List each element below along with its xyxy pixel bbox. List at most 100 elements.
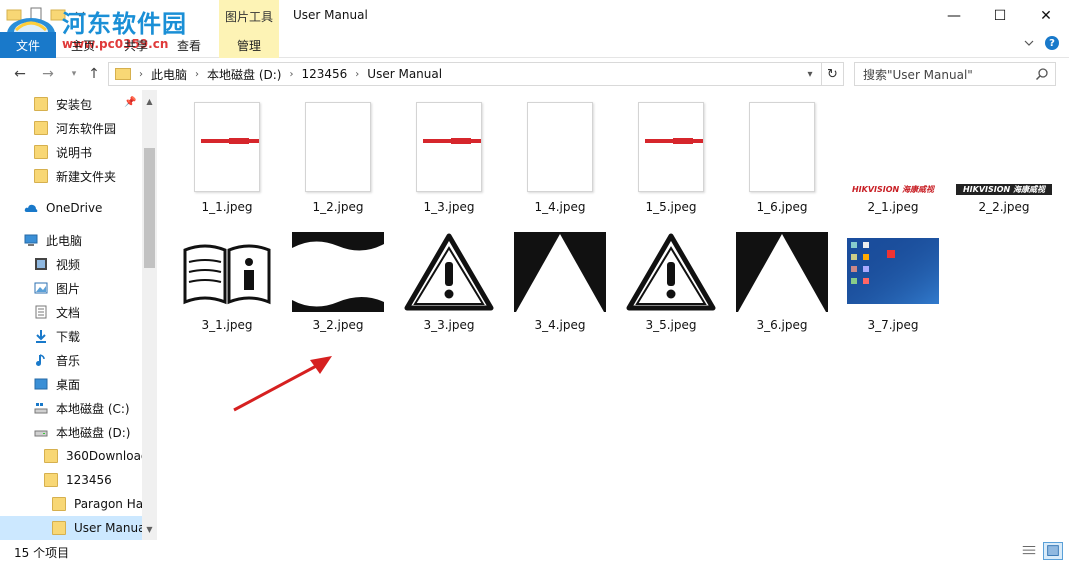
sidebar-item-quick-2[interactable]: 河东软件园 bbox=[0, 116, 142, 140]
search-box[interactable]: 搜索"User Manual" bbox=[854, 62, 1056, 86]
pin-icon[interactable]: 📌 bbox=[124, 97, 136, 109]
sidebar-item-videos[interactable]: 视频 bbox=[0, 252, 142, 276]
sidebar-item-label: 文档 bbox=[56, 305, 81, 320]
sidebar-item-drive-c[interactable]: 本地磁盘 (C:) bbox=[0, 396, 142, 420]
sidebar-item-this-pc[interactable]: 此电脑 bbox=[0, 228, 142, 252]
breadcrumb: › 此电脑 › 本地磁盘 (D:) › 123456 › User Manual bbox=[139, 66, 442, 83]
large-icons-view-icon[interactable] bbox=[1043, 542, 1063, 560]
close-button[interactable]: ✕ bbox=[1023, 0, 1069, 32]
tab-file[interactable]: 文件 bbox=[0, 32, 56, 58]
refresh-icon[interactable]: ↻ bbox=[821, 63, 843, 85]
tab-share[interactable]: 共享 bbox=[110, 32, 162, 58]
file-name: 2_2.jpeg bbox=[978, 200, 1030, 214]
ribbon-right-controls: ? bbox=[1023, 36, 1059, 50]
file-item[interactable]: 1_5.jpeg bbox=[616, 102, 726, 220]
file-name: 1_3.jpeg bbox=[423, 200, 475, 214]
file-thumbnail bbox=[283, 232, 393, 312]
tab-manage[interactable]: 管理 bbox=[219, 32, 279, 58]
sidebar-item-downloads[interactable]: 下载 bbox=[0, 324, 142, 348]
music-icon bbox=[36, 354, 45, 366]
sidebar-item-123456[interactable]: 123456 bbox=[0, 468, 142, 492]
scroll-up-icon[interactable]: ▲ bbox=[142, 94, 157, 109]
file-item[interactable]: 3_4.jpeg bbox=[505, 232, 615, 350]
sidebar-item-label: 下载 bbox=[56, 329, 81, 344]
expand-ribbon-icon[interactable] bbox=[1023, 37, 1035, 49]
folder-icon bbox=[34, 169, 48, 183]
desktop-icon bbox=[34, 378, 48, 390]
sidebar-item-label: OneDrive bbox=[46, 201, 103, 215]
file-thumbnail bbox=[505, 102, 615, 192]
video-icon bbox=[35, 258, 47, 270]
file-item[interactable]: HIKVISION 海康威视 2_1.jpeg bbox=[838, 102, 948, 220]
triangle-icon bbox=[736, 232, 828, 312]
sidebar-item-desktop[interactable]: 桌面 bbox=[0, 372, 142, 396]
maximize-button[interactable]: ☐ bbox=[977, 0, 1023, 32]
file-thumbnail bbox=[727, 102, 837, 192]
sidebar-item-paragon[interactable]: Paragon Ha bbox=[0, 492, 142, 516]
file-thumbnail bbox=[394, 232, 504, 312]
recent-locations-icon[interactable]: ▾ bbox=[66, 66, 82, 82]
minimize-button[interactable]: — bbox=[931, 0, 977, 32]
file-item[interactable]: 1_2.jpeg bbox=[283, 102, 393, 220]
sidebar-item-onedrive[interactable]: OneDrive bbox=[0, 196, 142, 220]
up-icon[interactable]: ↑ bbox=[86, 66, 102, 82]
help-icon[interactable]: ? bbox=[1045, 36, 1059, 50]
tab-view[interactable]: 查看 bbox=[162, 32, 216, 58]
search-icon[interactable] bbox=[1035, 67, 1049, 81]
scroll-thumb[interactable] bbox=[144, 148, 155, 268]
file-item[interactable]: 3_5.jpeg bbox=[616, 232, 726, 350]
file-name: 1_5.jpeg bbox=[645, 200, 697, 214]
view-switcher bbox=[1019, 542, 1063, 560]
sidebar-item-user-manual[interactable]: User Manua bbox=[0, 516, 142, 540]
tab-home[interactable]: 主页 bbox=[56, 32, 110, 58]
file-item[interactable]: 1_6.jpeg bbox=[727, 102, 837, 220]
back-icon[interactable]: ← bbox=[12, 66, 28, 82]
sidebar-item-360download[interactable]: 360Download bbox=[0, 444, 142, 468]
hikvision-red-bar bbox=[645, 138, 703, 144]
file-thumbnail bbox=[505, 232, 615, 312]
address-bar[interactable]: › 此电脑 › 本地磁盘 (D:) › 123456 › User Manual… bbox=[108, 62, 844, 86]
sidebar-item-label: 123456 bbox=[66, 473, 112, 487]
file-item[interactable]: 3_3.jpeg bbox=[394, 232, 504, 350]
breadcrumb-123456[interactable]: 123456 bbox=[301, 67, 347, 81]
sidebar-scrollbar[interactable]: ▲ ▼ bbox=[142, 90, 157, 540]
file-item[interactable]: 3_7.jpeg bbox=[838, 232, 948, 350]
sidebar-item-documents[interactable]: 文档 bbox=[0, 300, 142, 324]
search-placeholder: 搜索"User Manual" bbox=[863, 67, 973, 82]
warning-icon bbox=[403, 232, 495, 312]
sidebar-item-music[interactable]: 音乐 bbox=[0, 348, 142, 372]
triangle-icon bbox=[514, 232, 606, 312]
breadcrumb-separator-icon: › bbox=[195, 68, 200, 80]
file-item[interactable]: 1_3.jpeg bbox=[394, 102, 504, 220]
file-list: 1_1.jpeg 1_2.jpeg 1_3.jpeg 1_4.jpeg 1_5.jpeg… bbox=[158, 90, 1069, 540]
details-view-icon[interactable] bbox=[1019, 542, 1039, 560]
folder-icon bbox=[44, 449, 58, 463]
file-item[interactable]: 3_1.jpeg bbox=[172, 232, 282, 350]
sidebar-item-quick-3[interactable]: 说明书 bbox=[0, 140, 142, 164]
sidebar-item-quick-1[interactable]: 安装包 📌 bbox=[0, 92, 142, 116]
file-item[interactable]: 3_6.jpeg bbox=[727, 232, 837, 350]
file-thumbnail bbox=[172, 102, 282, 192]
scroll-down-icon[interactable]: ▼ bbox=[142, 522, 157, 537]
sidebar-item-pictures[interactable]: 图片 bbox=[0, 276, 142, 300]
breadcrumb-separator-icon: › bbox=[355, 68, 360, 80]
breadcrumb-user-manual[interactable]: User Manual bbox=[367, 67, 442, 81]
file-item[interactable]: 1_4.jpeg bbox=[505, 102, 615, 220]
file-item[interactable]: 3_2.jpeg bbox=[283, 232, 393, 350]
breadcrumb-drive-d[interactable]: 本地磁盘 (D:) bbox=[207, 66, 281, 83]
folder-icon bbox=[34, 121, 48, 135]
address-dropdown-icon[interactable]: ▾ bbox=[803, 66, 817, 82]
wave-shape-icon bbox=[292, 232, 384, 312]
hikvision-logo: HIKVISION 海康威视 bbox=[851, 185, 935, 194]
sidebar-item-label: 说明书 bbox=[56, 145, 93, 160]
file-item[interactable]: 1_1.jpeg bbox=[172, 102, 282, 220]
file-item[interactable]: HIKVISION 海康威视 2_2.jpeg bbox=[949, 102, 1059, 220]
sidebar-item-quick-4[interactable]: 新建文件夹 bbox=[0, 164, 142, 188]
window-title: User Manual bbox=[293, 8, 368, 22]
sidebar-item-drive-d[interactable]: 本地磁盘 (D:) bbox=[0, 420, 142, 444]
file-name: 1_4.jpeg bbox=[534, 200, 586, 214]
file-name: 1_6.jpeg bbox=[756, 200, 808, 214]
desktop-screenshot-icon bbox=[847, 238, 939, 304]
forward-icon[interactable]: → bbox=[40, 66, 56, 82]
breadcrumb-this-pc[interactable]: 此电脑 bbox=[151, 66, 187, 83]
